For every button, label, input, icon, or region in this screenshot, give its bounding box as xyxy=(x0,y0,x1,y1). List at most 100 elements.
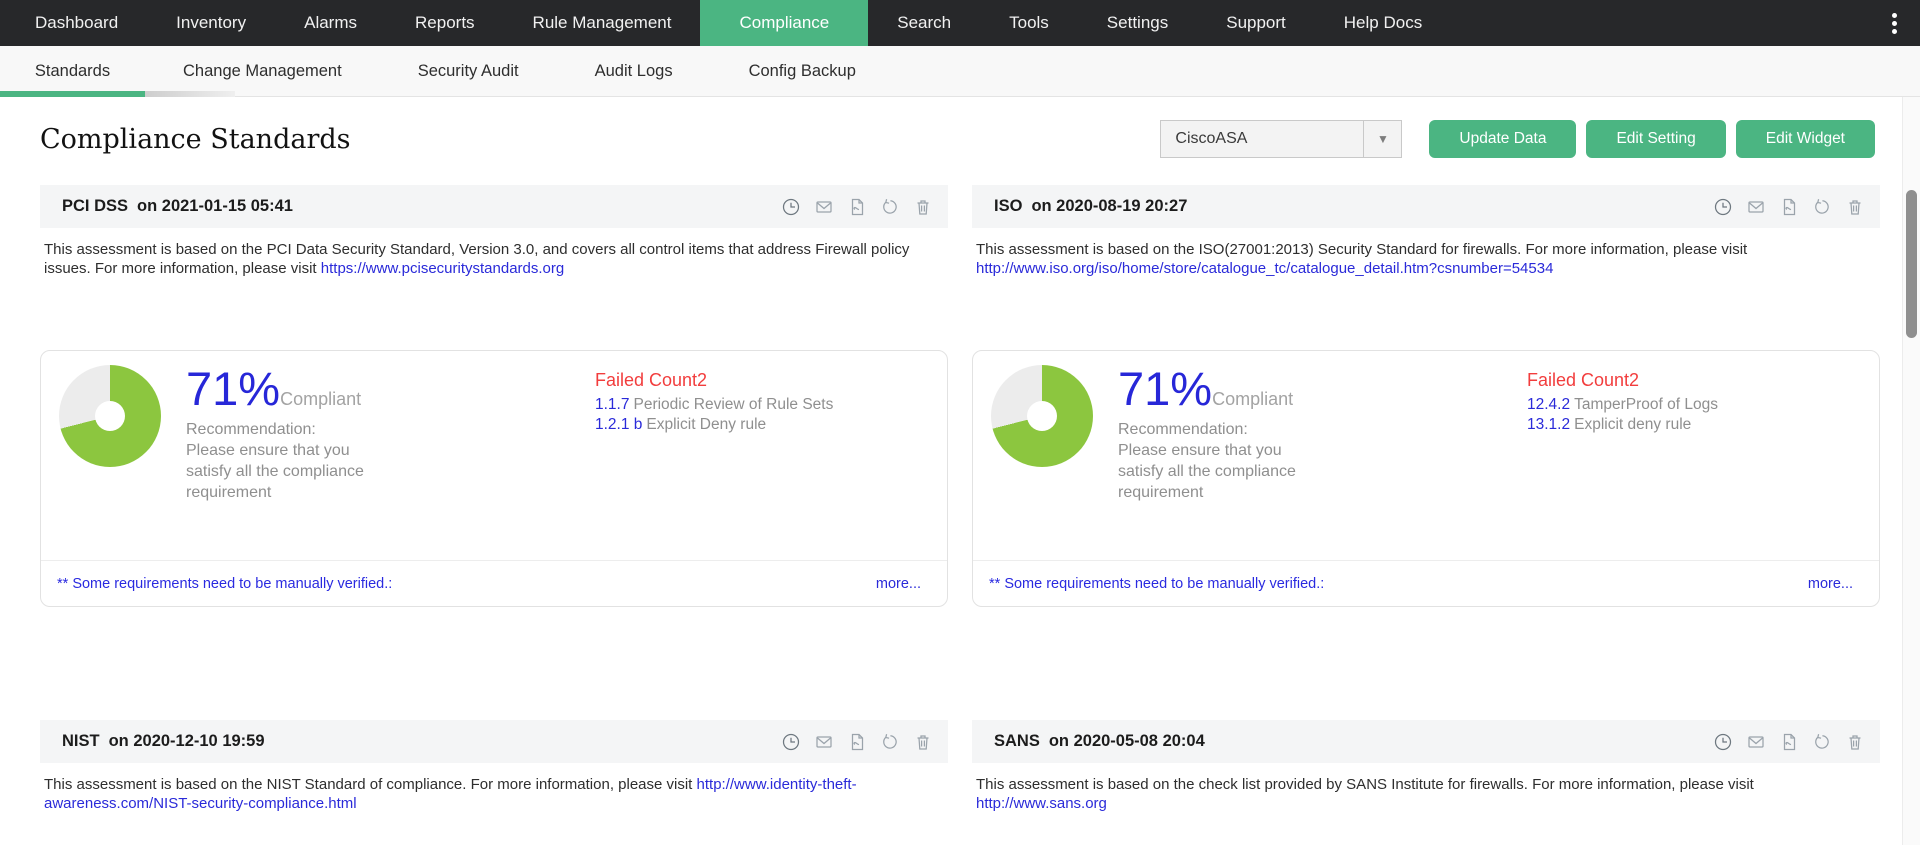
tab-audit-logs[interactable]: Audit Logs xyxy=(557,46,711,96)
delete-icon[interactable] xyxy=(1846,198,1864,216)
email-icon[interactable] xyxy=(1747,733,1765,751)
schedule-icon[interactable] xyxy=(782,733,800,751)
compliance-card-body: 71% Compliant Recommendation: Please ens… xyxy=(41,351,947,560)
device-selector[interactable]: CiscoASA ▼ xyxy=(1160,120,1403,158)
chevron-down-icon[interactable]: ▼ xyxy=(1363,121,1401,157)
widget-header-icons xyxy=(782,198,932,216)
nav-item-rule-management[interactable]: Rule Management xyxy=(504,0,701,46)
page-toolbar: Compliance Standards CiscoASA ▼ Update D… xyxy=(40,115,1875,163)
delete-icon[interactable] xyxy=(914,198,932,216)
refresh-icon[interactable] xyxy=(1813,198,1831,216)
widget-header: SANS on 2020-05-08 20:04 xyxy=(972,720,1880,763)
pdf-export-icon[interactable] xyxy=(848,733,866,751)
edit-widget-button[interactable]: Edit Widget xyxy=(1735,120,1875,158)
manual-verify-note[interactable]: ** Some requirements need to be manually… xyxy=(57,576,392,592)
widget-title: NIST xyxy=(62,732,100,750)
widget-timestamp: on 2021-01-15 05:41 xyxy=(137,197,293,215)
schedule-icon[interactable] xyxy=(1714,733,1732,751)
pdf-export-icon[interactable] xyxy=(1780,733,1798,751)
pdf-export-icon[interactable] xyxy=(848,198,866,216)
widget-timestamp: on 2020-12-10 19:59 xyxy=(108,732,265,750)
widget-header-icons xyxy=(782,733,932,751)
nav-item-reports[interactable]: Reports xyxy=(386,0,504,46)
standard-link[interactable]: https://www.pcisecuritystandards.org xyxy=(321,260,564,277)
schedule-icon[interactable] xyxy=(782,198,800,216)
failed-rule-item: 13.1.2 Explicit deny rule xyxy=(1527,416,1692,433)
compliance-sub-navigation: Standards Change Management Security Aud… xyxy=(0,46,1920,97)
widget-description: This assessment is based on the NIST Sta… xyxy=(44,776,857,812)
device-selector-value: CiscoASA xyxy=(1175,130,1248,147)
refresh-icon[interactable] xyxy=(881,733,899,751)
failed-rule-link[interactable]: 13.1.2 xyxy=(1527,416,1570,433)
nav-item-settings[interactable]: Settings xyxy=(1078,0,1197,46)
widget-description: This assessment is based on the check li… xyxy=(976,776,1754,812)
failed-count-title: Failed Count2 xyxy=(1527,370,1640,390)
compliance-percent: 71% xyxy=(186,362,281,415)
widget-description: This assessment is based on the PCI Data… xyxy=(44,241,910,277)
failed-rule-link[interactable]: 1.1.7 xyxy=(595,396,629,413)
failed-rule-item: 12.4.2 TamperProof of Logs xyxy=(1527,396,1718,413)
failed-rule-link[interactable]: 1.2.1 b xyxy=(595,416,642,433)
more-link[interactable]: more... xyxy=(876,576,921,592)
nav-item-support[interactable]: Support xyxy=(1197,0,1315,46)
widget-header: PCI DSS on 2021-01-15 05:41 xyxy=(40,185,948,228)
standard-link[interactable]: http://www.sans.org xyxy=(976,795,1107,812)
compliance-donut-chart xyxy=(991,365,1093,467)
recommendation-text: Recommendation: Please ensure that you s… xyxy=(186,421,364,501)
top-navigation: Dashboard Inventory Alarms Reports Rule … xyxy=(0,0,1920,46)
nav-item-inventory[interactable]: Inventory xyxy=(147,0,275,46)
compliance-card-body: 71% Compliant Recommendation: Please ens… xyxy=(973,351,1879,560)
more-menu-icon[interactable] xyxy=(1868,0,1920,46)
manual-verify-note[interactable]: ** Some requirements need to be manually… xyxy=(989,576,1324,592)
email-icon[interactable] xyxy=(1747,198,1765,216)
vertical-scrollbar[interactable] xyxy=(1902,97,1920,845)
compliance-donut-chart xyxy=(59,365,161,467)
widget-header: ISO on 2020-08-19 20:27 xyxy=(972,185,1880,228)
delete-icon[interactable] xyxy=(914,733,932,751)
more-link[interactable]: more... xyxy=(1808,576,1853,592)
nav-item-tools[interactable]: Tools xyxy=(980,0,1078,46)
standards-widget-grid: PCI DSS on 2021-01-15 05:41 This assessm… xyxy=(40,185,1880,813)
widget-title: PCI DSS xyxy=(62,197,129,215)
widget-header-icons xyxy=(1714,198,1864,216)
compliance-card: 71% Compliant Recommendation: Please ens… xyxy=(40,350,948,607)
delete-icon[interactable] xyxy=(1846,733,1864,751)
failed-rule-item: 1.1.7 Periodic Review of Rule Sets xyxy=(595,396,834,413)
standard-link[interactable]: http://www.iso.org/iso/home/store/catalo… xyxy=(976,260,1553,277)
email-icon[interactable] xyxy=(815,733,833,751)
widget-timestamp: on 2020-05-08 20:04 xyxy=(1048,732,1205,750)
failed-rule-link[interactable]: 12.4.2 xyxy=(1527,396,1570,413)
tab-standards[interactable]: Standards xyxy=(0,46,145,97)
compliance-percent: 71% xyxy=(1118,362,1213,415)
tab-config-backup[interactable]: Config Backup xyxy=(711,46,894,96)
refresh-icon[interactable] xyxy=(881,198,899,216)
failed-count-title: Failed Count2 xyxy=(595,370,708,390)
widget-pci-dss: PCI DSS on 2021-01-15 05:41 This assessm… xyxy=(40,185,948,607)
recommendation-text: Recommendation: Please ensure that you s… xyxy=(1118,421,1296,501)
refresh-icon[interactable] xyxy=(1813,733,1831,751)
nav-item-dashboard[interactable]: Dashboard xyxy=(6,0,147,46)
widget-nist: NIST on 2020-12-10 19:59 This assessment… xyxy=(40,720,948,813)
widget-title: SANS xyxy=(994,732,1040,750)
nav-item-alarms[interactable]: Alarms xyxy=(275,0,386,46)
update-data-button[interactable]: Update Data xyxy=(1429,120,1577,158)
widget-description: This assessment is based on the ISO(2700… xyxy=(976,241,1748,277)
widget-iso: ISO on 2020-08-19 20:27 This assessment … xyxy=(972,185,1880,607)
email-icon[interactable] xyxy=(815,198,833,216)
widget-sans: SANS on 2020-05-08 20:04 This assessment… xyxy=(972,720,1880,813)
widget-title: ISO xyxy=(994,197,1023,215)
pdf-export-icon[interactable] xyxy=(1780,198,1798,216)
tab-security-audit[interactable]: Security Audit xyxy=(380,46,557,96)
failed-count-block: Failed Count2 12.4.2 TamperProof of Logs … xyxy=(1527,365,1857,560)
compliance-card: 71% Compliant Recommendation: Please ens… xyxy=(972,350,1880,607)
schedule-icon[interactable] xyxy=(1714,198,1732,216)
scrollbar-thumb[interactable] xyxy=(1906,190,1917,338)
nav-item-compliance[interactable]: Compliance xyxy=(700,0,869,46)
failed-count-block: Failed Count2 1.1.7 Periodic Review of Ru… xyxy=(595,365,925,560)
page-title: Compliance Standards xyxy=(40,123,351,155)
nav-item-search[interactable]: Search xyxy=(868,0,980,46)
toolbar-controls: CiscoASA ▼ Update Data Edit Setting Edit… xyxy=(1160,120,1875,158)
tab-change-management[interactable]: Change Management xyxy=(145,46,380,96)
edit-setting-button[interactable]: Edit Setting xyxy=(1586,120,1726,158)
nav-item-help-docs[interactable]: Help Docs xyxy=(1315,0,1451,46)
